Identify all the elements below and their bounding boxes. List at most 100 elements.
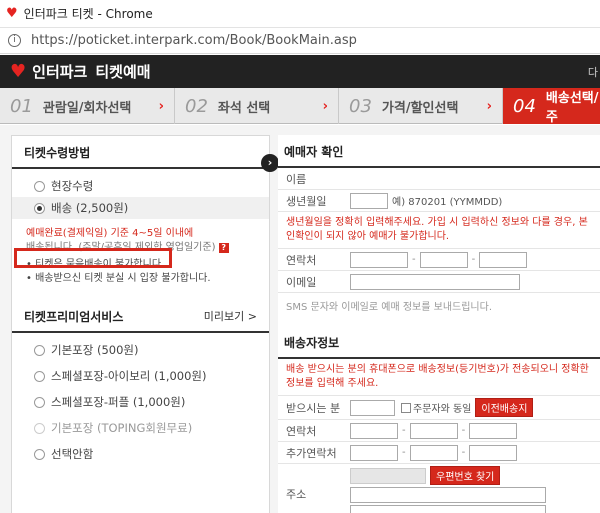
step-price[interactable]: 03 가격/할인선택 ›	[339, 88, 503, 124]
chevron-right-icon: ›	[322, 98, 328, 114]
phone-input-2[interactable]	[419, 251, 468, 268]
radio-disabled-icon	[34, 422, 45, 434]
buyer-title: 예매자 확인	[278, 135, 600, 168]
d-phone-row: 연락처 - -	[278, 420, 600, 442]
site-logo: 인터파크 티켓예매	[32, 61, 150, 82]
premium-service-title: 티켓프리미엄서비스 미리보기 >	[12, 300, 269, 333]
phone-row: 연락처 - -	[278, 249, 600, 271]
dash: -	[402, 425, 406, 436]
premium-option-ivory[interactable]: 스페셜포장-아이보리 (1,000원)	[12, 365, 269, 387]
prev-address-button[interactable]: 이전배송지	[475, 398, 534, 417]
step-number: 04	[513, 95, 536, 117]
phone-label: 연락처	[286, 253, 317, 267]
header-right-text: 다	[587, 66, 598, 79]
d-phone2-label: 추가연락처	[286, 446, 337, 460]
phone-input-1[interactable]	[350, 251, 408, 268]
zipcode-search-button[interactable]: 우편번호 찾기	[430, 466, 501, 485]
window-title: 인터파크 티켓 - Chrome	[23, 7, 153, 21]
chevron-right-icon: ›	[158, 98, 164, 114]
step-label: 배송선택/주	[545, 91, 599, 125]
email-input[interactable]	[350, 273, 520, 290]
receiver-label: 받으시는 분	[286, 401, 341, 415]
address-bar[interactable]: i https://poticket.interpark.com/Book/Bo…	[0, 28, 600, 54]
radio-selected-icon[interactable]	[34, 202, 45, 214]
name-label: 이름	[286, 172, 307, 186]
loss-notice: • 배송받으신 티켓 분실 시 입장 불가합니다.	[26, 273, 211, 284]
site-header: ♥ 인터파크 티켓예매 다	[0, 55, 600, 88]
birth-label: 생년월일	[286, 194, 327, 208]
dash: -	[412, 254, 416, 265]
delivery-title: 배송자정보	[278, 326, 600, 359]
step-number: 03	[349, 95, 372, 117]
radio-icon[interactable]	[34, 180, 45, 192]
address-input-2[interactable]	[350, 505, 546, 513]
same-label: 주문자와 동일	[413, 404, 472, 415]
delivery-info-notice: 배송 받으시는 분의 휴대폰으로 배송정보(등기번호)가 전송되오니 정확한 정…	[278, 359, 600, 396]
dash: -	[461, 425, 466, 436]
same-as-buyer-checkbox[interactable]	[401, 402, 411, 413]
right-panel: 예매자 확인 이름 생년월일 예) 870201 (YYMMDD) 생년월일을 …	[278, 135, 600, 513]
d-phone2-row: 추가연락처 - -	[278, 442, 600, 464]
radio-icon[interactable]	[34, 396, 45, 408]
step-seat[interactable]: 02 좌석 선택 ›	[175, 88, 339, 124]
dash: -	[461, 447, 466, 458]
premium-option-basic[interactable]: 기본포장 (500원)	[12, 339, 269, 361]
d-phone2-input-1[interactable]	[350, 444, 398, 461]
receiver-input[interactable]	[350, 399, 395, 416]
url-text[interactable]: https://poticket.interpark.com/Book/Book…	[31, 33, 357, 48]
premium-option-purple[interactable]: 스페셜포장-퍼플 (1,000원)	[12, 391, 269, 413]
name-row: 이름	[278, 168, 600, 190]
step-label: 관람일/회차선택	[42, 100, 132, 116]
birth-input[interactable]	[350, 192, 388, 209]
option-label: 선택안함	[51, 447, 94, 461]
phone-input-3[interactable]	[479, 251, 528, 268]
interpark-heart-icon: ♥	[6, 6, 18, 21]
left-panel: 티켓수령방법 현장수령 배송 (2,500원) 예매완료(결제익일) 기준 4~…	[11, 135, 270, 513]
option-label: 스페셜포장-아이보리 (1,000원)	[51, 369, 207, 383]
zipcode-input[interactable]	[350, 467, 426, 484]
birth-notice: 생년월일을 정확히 입력해주세요. 가입 시 입력하신 정보와 다를 경우, 본…	[278, 212, 600, 249]
step-label: 좌석 선택	[217, 100, 271, 116]
option-label: 현장수령	[51, 179, 94, 193]
step-label: 가격/할인선택	[381, 100, 459, 116]
option-label: 기본포장 (500원)	[51, 343, 139, 357]
option-label: 스페셜포장-퍼플 (1,000원)	[51, 395, 186, 409]
step-date[interactable]: 01 관람일/회차선택 ›	[0, 88, 175, 124]
highlight-box	[14, 248, 172, 268]
info-icon[interactable]: i	[8, 34, 21, 47]
option-label: 배송 (2,500원)	[51, 201, 129, 215]
dash: -	[471, 254, 476, 265]
sms-notice: SMS 문자와 이메일로 예매 정보를 보내드립니다.	[286, 302, 492, 313]
booking-steps: 01 관람일/회차선택 › 02 좌석 선택 › 03 가격/할인선택 › 04…	[0, 88, 600, 125]
receiver-row: 받으시는 분 주문자와 동일 이전배송지	[278, 396, 600, 420]
d-phone-input-1[interactable]	[350, 422, 398, 439]
logo-text: 인터파크	[32, 63, 88, 81]
premium-option-none[interactable]: 선택안함	[12, 443, 269, 465]
d-phone-input-2[interactable]	[409, 422, 458, 439]
arrow-right-icon: ›	[261, 154, 279, 172]
help-icon[interactable]: ?	[218, 243, 229, 253]
receive-option-delivery[interactable]: 배송 (2,500원)	[12, 197, 269, 219]
radio-icon[interactable]	[34, 370, 45, 382]
receive-method-title: 티켓수령방법	[12, 136, 269, 169]
receive-option-onsite[interactable]: 현장수령	[12, 175, 269, 197]
option-label: 기본포장 (TOPING회원무료)	[51, 421, 193, 435]
notice-red-text: 예매완료(결제익일) 기준 4~5일 이내에	[26, 228, 194, 239]
d-phone-label: 연락처	[286, 424, 317, 438]
address-row: 주소 우편번호 찾기	[278, 464, 600, 513]
address-label: 주소	[286, 487, 307, 501]
radio-icon[interactable]	[34, 344, 45, 356]
window-titlebar: ♥ 인터파크 티켓 - Chrome	[0, 0, 600, 28]
logo-sub-text: 티켓예매	[95, 63, 151, 81]
d-phone-input-3[interactable]	[469, 422, 518, 439]
d-phone2-input-3[interactable]	[469, 444, 518, 461]
email-row: 이메일	[278, 271, 600, 293]
main-content: 티켓수령방법 현장수령 배송 (2,500원) 예매완료(결제익일) 기준 4~…	[0, 125, 600, 513]
step-delivery[interactable]: 04 배송선택/주	[503, 88, 600, 125]
premium-option-toping: 기본포장 (TOPING회원무료)	[12, 417, 269, 439]
preview-link[interactable]: 미리보기 >	[204, 308, 257, 324]
radio-icon[interactable]	[34, 448, 45, 460]
d-phone2-input-2[interactable]	[409, 444, 458, 461]
birth-hint: 예) 870201 (YYMMDD)	[392, 197, 503, 208]
address-input-1[interactable]	[350, 487, 546, 503]
